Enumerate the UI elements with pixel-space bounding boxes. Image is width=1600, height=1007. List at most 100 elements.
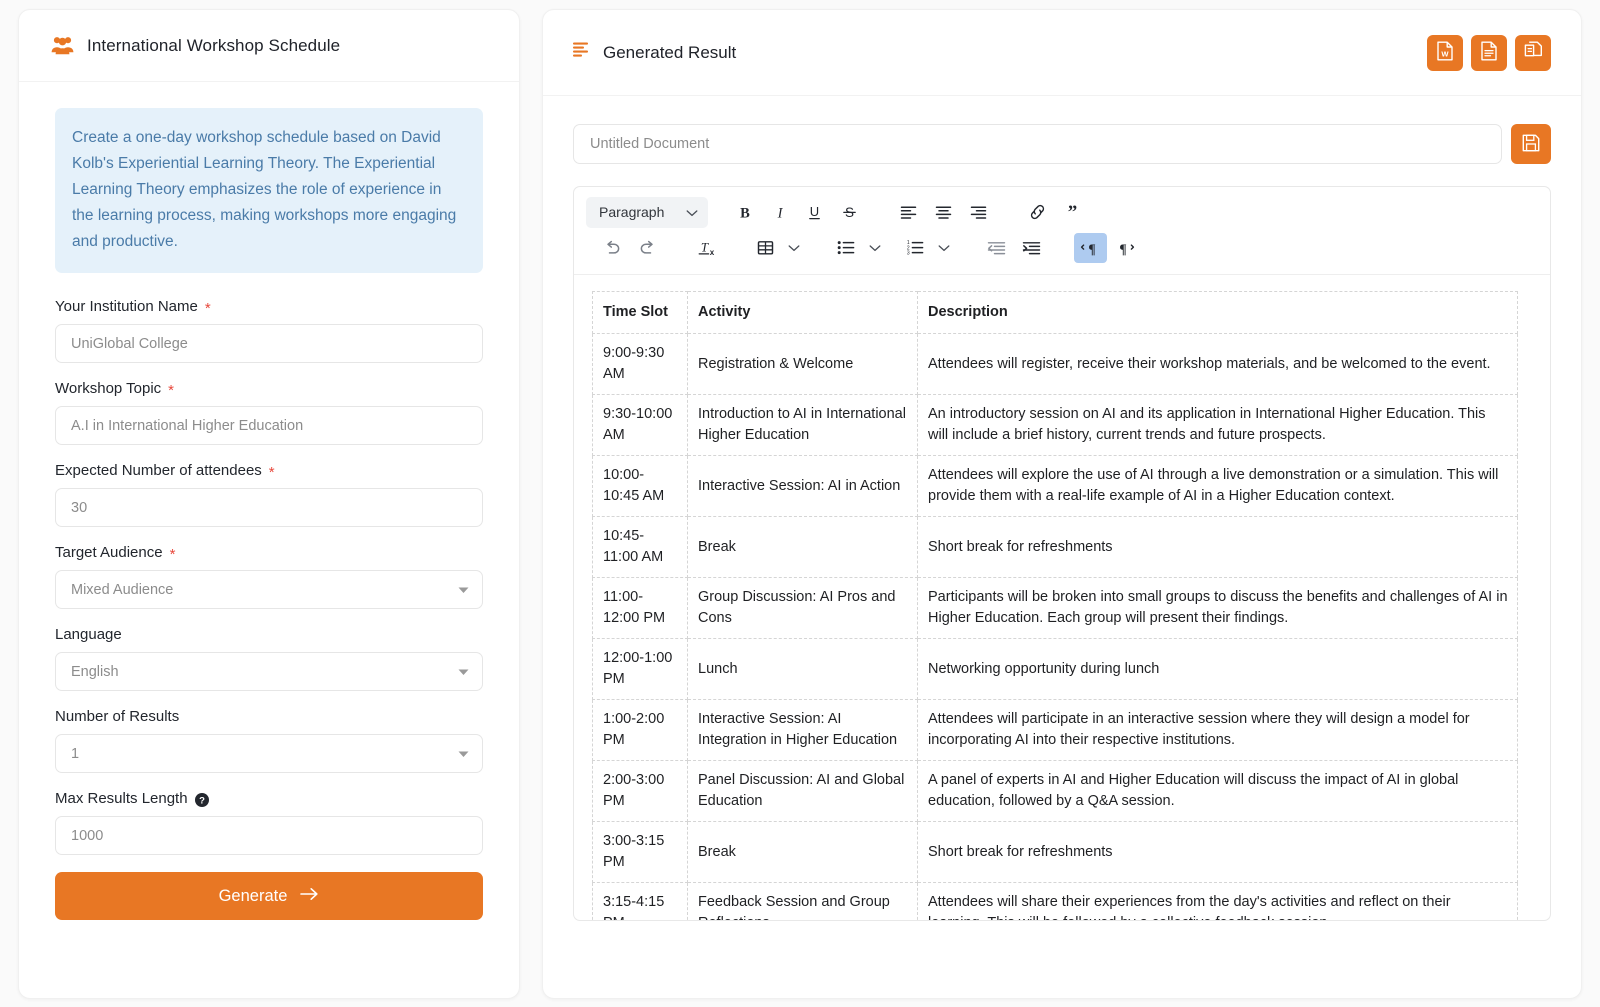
field-workshop-topic: Workshop Topic *	[55, 380, 483, 445]
page-title: International Workshop Schedule	[87, 36, 340, 56]
workshop-topic-input[interactable]	[55, 406, 483, 445]
column-header-time-slot: Time Slot	[593, 292, 688, 334]
schedule-table-body: 9:00-9:30 AM Registration & Welcome Atte…	[593, 334, 1518, 921]
max-results-length-input[interactable]	[55, 816, 483, 855]
svg-text:?: ?	[199, 795, 205, 806]
insert-table-dropdown[interactable]	[784, 233, 804, 263]
required-marker: *	[269, 465, 275, 480]
label-text: Workshop Topic	[55, 380, 161, 397]
underline-button[interactable]: U	[798, 197, 831, 227]
align-left-button[interactable]	[892, 197, 925, 227]
outdent-button[interactable]	[980, 233, 1013, 263]
strikethrough-button[interactable]: S	[833, 197, 866, 227]
cell-activity: Lunch	[688, 639, 918, 700]
number-of-results-value[interactable]	[55, 734, 483, 773]
indent-button[interactable]	[1015, 233, 1048, 263]
table-row: 12:00-1:00 PM Lunch Networking opportuni…	[593, 639, 1518, 700]
table-row: 10:45-11:00 AM Break Short break for ref…	[593, 517, 1518, 578]
cell-time-slot: 11:00-12:00 PM	[593, 578, 688, 639]
italic-button[interactable]: I	[763, 197, 796, 227]
table-row: 9:00-9:30 AM Registration & Welcome Atte…	[593, 334, 1518, 395]
document-title-row	[573, 124, 1551, 164]
form-panel-header: International Workshop Schedule	[19, 10, 519, 82]
target-audience-select[interactable]	[55, 570, 483, 609]
export-word-button[interactable]: W	[1427, 35, 1463, 71]
cell-activity: Interactive Session: AI in Action	[688, 456, 918, 517]
label-text: Target Audience	[55, 544, 163, 561]
language-value[interactable]	[55, 652, 483, 691]
svg-text:¶: ¶	[1119, 241, 1126, 256]
export-pdf-button[interactable]	[1471, 35, 1507, 71]
result-actions: W	[1427, 35, 1551, 71]
cell-description: Attendees will register, receive their w…	[918, 334, 1518, 395]
document-content-area[interactable]: Time Slot Activity Description 9:00-9:30…	[574, 275, 1550, 920]
align-center-button[interactable]	[927, 197, 960, 227]
block-format-select[interactable]: Paragraph	[586, 197, 708, 228]
bullet-list-button[interactable]	[830, 233, 863, 263]
institution-name-input[interactable]	[55, 324, 483, 363]
bullet-list-dropdown[interactable]	[865, 233, 885, 263]
arrow-right-icon	[300, 887, 319, 906]
field-label: Max Results Length ?	[55, 790, 483, 807]
editor-toolbar-row-2: T x	[586, 230, 1538, 266]
schedule-table: Time Slot Activity Description 9:00-9:30…	[592, 291, 1518, 920]
cell-time-slot: 9:30-10:00 AM	[593, 395, 688, 456]
required-marker: *	[170, 547, 176, 562]
svg-text:x: x	[710, 248, 715, 257]
insert-table-button[interactable]	[749, 233, 782, 263]
clear-format-button[interactable]: T x	[690, 233, 723, 263]
cell-description: An introductory session on AI and its ap…	[918, 395, 1518, 456]
cell-description: Attendees will explore the use of AI thr…	[918, 456, 1518, 517]
copy-icon	[1524, 41, 1543, 64]
svg-text:3: 3	[907, 251, 910, 256]
cell-time-slot: 12:00-1:00 PM	[593, 639, 688, 700]
copy-button[interactable]	[1515, 35, 1551, 71]
link-button[interactable]	[1021, 197, 1054, 227]
undo-button[interactable]	[596, 233, 629, 263]
language-select[interactable]	[55, 652, 483, 691]
cell-activity: Group Discussion: AI Pros and Cons	[688, 578, 918, 639]
cell-description: Short break for refreshments	[918, 517, 1518, 578]
app-root: International Workshop Schedule Create a…	[0, 0, 1600, 1007]
table-row: 11:00-12:00 PM Group Discussion: AI Pros…	[593, 578, 1518, 639]
field-max-results-length: Max Results Length ?	[55, 790, 483, 855]
align-right-button[interactable]	[962, 197, 995, 227]
lines-list-icon	[573, 42, 591, 63]
table-header-row: Time Slot Activity Description	[593, 292, 1518, 334]
help-circle-icon[interactable]: ?	[195, 793, 209, 807]
save-document-button[interactable]	[1511, 124, 1551, 164]
target-audience-value[interactable]	[55, 570, 483, 609]
cell-time-slot: 10:00-10:45 AM	[593, 456, 688, 517]
field-label: Workshop Topic *	[55, 380, 483, 397]
blockquote-button[interactable]: ”	[1056, 197, 1089, 227]
ltr-direction-button[interactable]: ¶	[1074, 233, 1107, 263]
numbered-list-button[interactable]: 1 2 3	[899, 233, 932, 263]
svg-text:T: T	[701, 240, 709, 255]
field-label: Your Institution Name *	[55, 298, 483, 315]
cell-activity: Introduction to AI in International High…	[688, 395, 918, 456]
result-panel-body: Paragraph B I U	[543, 96, 1581, 998]
word-doc-icon: W	[1436, 41, 1454, 64]
users-group-icon	[51, 36, 74, 55]
table-row: 3:00-3:15 PM Break Short break for refre…	[593, 822, 1518, 883]
svg-text:B: B	[740, 205, 750, 221]
cell-description: Participants will be broken into small g…	[918, 578, 1518, 639]
cell-description: Attendees will participate in an interac…	[918, 700, 1518, 761]
bold-button[interactable]: B	[728, 197, 761, 227]
column-header-activity: Activity	[688, 292, 918, 334]
number-of-results-select[interactable]	[55, 734, 483, 773]
table-row: 3:15-4:15 PM Feedback Session and Group …	[593, 883, 1518, 921]
block-format-value: Paragraph	[599, 204, 664, 220]
document-title-input[interactable]	[573, 124, 1502, 164]
text-doc-icon	[1480, 41, 1498, 64]
cell-time-slot: 3:00-3:15 PM	[593, 822, 688, 883]
required-marker: *	[168, 383, 174, 398]
redo-button[interactable]	[631, 233, 664, 263]
expected-attendees-input[interactable]	[55, 488, 483, 527]
generate-button[interactable]: Generate	[55, 872, 483, 920]
svg-text:”: ”	[1068, 204, 1078, 220]
label-text: Max Results Length	[55, 790, 188, 807]
cell-activity: Panel Discussion: AI and Global Educatio…	[688, 761, 918, 822]
numbered-list-dropdown[interactable]	[934, 233, 954, 263]
rtl-direction-button[interactable]: ¶	[1109, 233, 1142, 263]
